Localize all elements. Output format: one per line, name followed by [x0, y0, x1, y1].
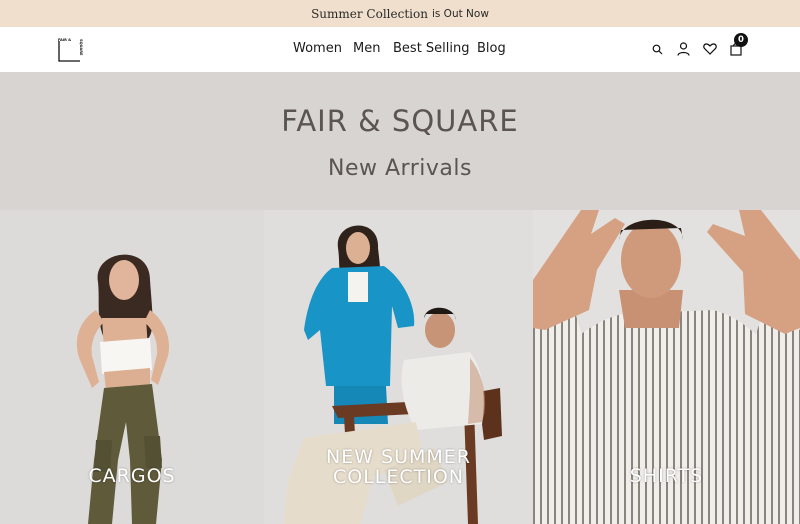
nav-best-selling[interactable]: Best Selling: [393, 41, 470, 56]
brand-title: FAIR & SQUARE: [281, 104, 519, 138]
tile-label-new-summer: NEW SUMMER COLLECTION: [264, 447, 533, 487]
tile-shirts[interactable]: SHIRTS: [533, 210, 800, 524]
tile-cargos[interactable]: CARGOS: [0, 210, 264, 524]
account-icon[interactable]: [677, 42, 690, 56]
new-arrivals-heading: New Arrivals: [328, 156, 472, 181]
tile-label-line2: COLLECTION: [332, 466, 465, 488]
nav-blog[interactable]: Blog: [477, 41, 506, 56]
hero-banner: FAIR & SQUARE New Arrivals: [0, 72, 800, 210]
tile-label-shirts: SHIRTS: [629, 465, 704, 487]
nav-women[interactable]: Women: [293, 41, 342, 56]
announcement-highlight: Summer Collection: [311, 6, 428, 21]
heart-icon[interactable]: [703, 43, 717, 55]
tile-label-line1: NEW SUMMER: [325, 446, 471, 468]
nav-men[interactable]: Men: [353, 41, 380, 56]
announcement-text: is Out Now: [431, 7, 489, 20]
announcement-bar: Summer Collection is Out Now: [0, 0, 800, 27]
collection-tiles: CARGOS NEW SUMMER COLLECTION SHIRTS: [0, 210, 800, 524]
tile-label-cargos: CARGOS: [88, 465, 176, 487]
cart-count-badge: 0: [734, 33, 748, 47]
site-header: FAIR & SQUARE Women Men Best Selling Blo…: [0, 27, 800, 72]
tile-new-summer-collection[interactable]: NEW SUMMER COLLECTION: [264, 210, 533, 524]
search-icon[interactable]: [652, 44, 663, 55]
